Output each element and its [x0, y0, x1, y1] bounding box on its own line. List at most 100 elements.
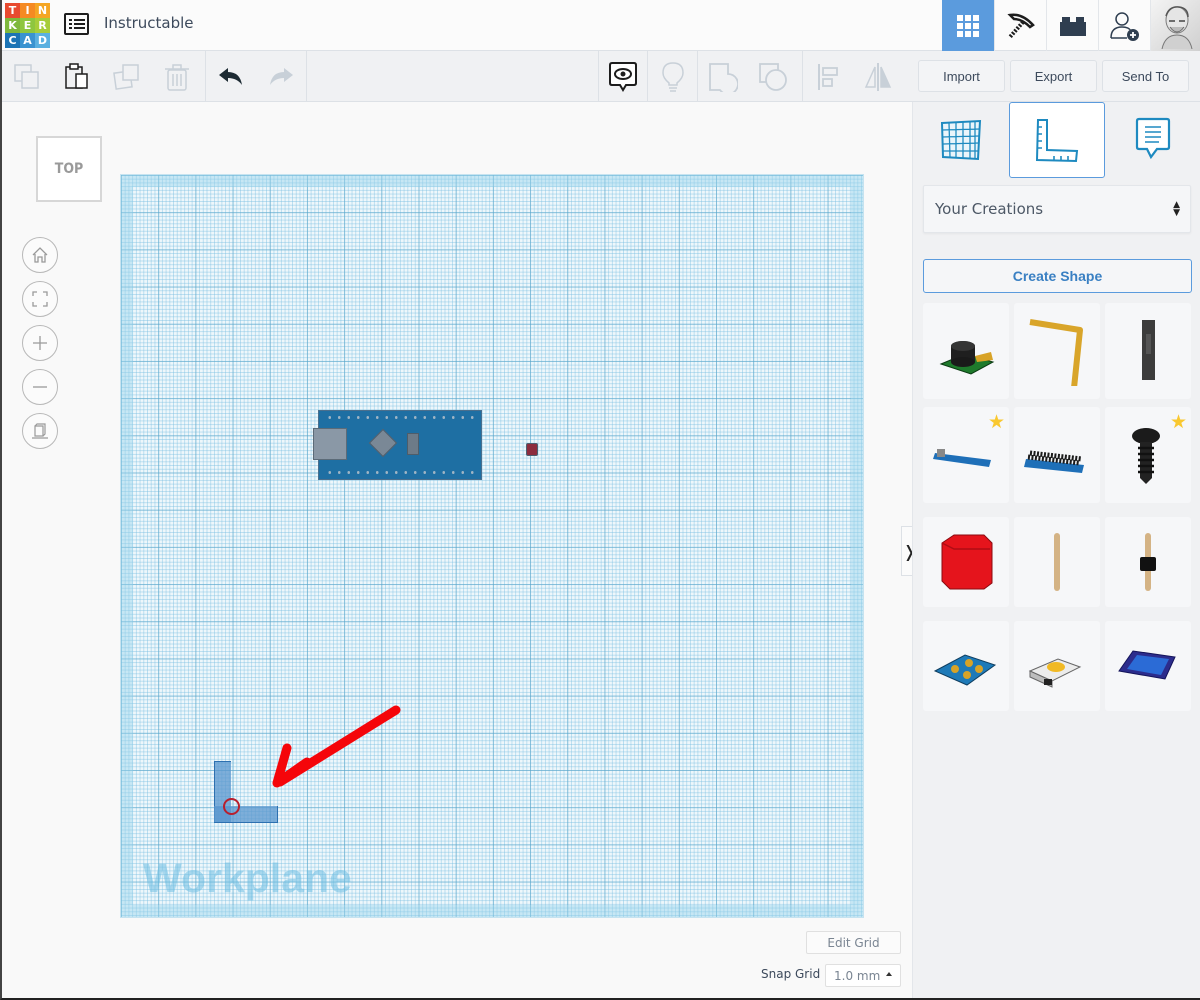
- snap-grid-label: Snap Grid: [761, 967, 821, 981]
- user-avatar[interactable]: [1150, 0, 1200, 51]
- zoom-in-button[interactable]: [22, 325, 58, 361]
- align-tools: [803, 51, 903, 102]
- snap-grid-select[interactable]: 1.0 mm: [825, 964, 901, 987]
- ruler-icon: [1035, 119, 1079, 163]
- edit-grid-button[interactable]: Edit Grid: [806, 931, 901, 954]
- brick-icon: [1059, 16, 1086, 36]
- view-cube[interactable]: TOP: [36, 136, 102, 202]
- shapes-panel: Your Creations ▲ ▼ Create Shape ★ ★: [912, 102, 1200, 998]
- undo-icon: [219, 67, 242, 85]
- redo-button[interactable]: [256, 51, 306, 102]
- eye-note-icon: [609, 61, 637, 92]
- pickaxe-icon: [1006, 12, 1035, 38]
- arduino-nano[interactable]: [313, 410, 482, 480]
- shape-tile-jumper-housing[interactable]: [1105, 303, 1191, 399]
- 3d-design-button[interactable]: [942, 0, 994, 51]
- align-button[interactable]: [803, 51, 853, 102]
- shape-tile-arduino-nano-flat[interactable]: ★: [923, 407, 1009, 503]
- logo-letter: A: [20, 33, 35, 48]
- brick-mode-button[interactable]: [1046, 0, 1098, 51]
- note-icon: [1135, 117, 1171, 160]
- history-tools: [206, 51, 307, 102]
- align-icon: [818, 63, 838, 90]
- copy-button[interactable]: [2, 51, 52, 102]
- shape-tile-pin[interactable]: [1014, 517, 1100, 607]
- undo-button[interactable]: [206, 51, 256, 102]
- perspective-button[interactable]: [22, 413, 58, 449]
- shape-tile-screw[interactable]: ★: [1105, 407, 1191, 503]
- workplane-tab[interactable]: [913, 102, 1009, 178]
- create-shape-button[interactable]: Create Shape: [923, 259, 1192, 293]
- duplicate-icon: [113, 63, 139, 90]
- logo-letter: D: [35, 33, 50, 48]
- shape-tile-arduino-nano-headers[interactable]: [1014, 407, 1100, 503]
- red-cap-icon: [941, 534, 993, 590]
- group-icon: [709, 62, 738, 92]
- usb-connector: [313, 428, 347, 460]
- caret-up-icon: [886, 972, 892, 976]
- ruler-tab[interactable]: [1009, 102, 1105, 178]
- redo-icon: [270, 67, 293, 85]
- logo-letter: N: [35, 3, 50, 18]
- shape-tile-red-cap[interactable]: [923, 517, 1009, 607]
- pin-icon: [1054, 533, 1060, 591]
- fit-all-button[interactable]: [22, 281, 58, 317]
- logo-letter: R: [35, 18, 50, 33]
- send-to-button[interactable]: Send To: [1102, 60, 1189, 92]
- light-button[interactable]: [648, 51, 697, 102]
- logo-letter: I: [20, 3, 35, 18]
- shape-tile-bent-wire[interactable]: [1014, 303, 1100, 399]
- notes-visibility-button[interactable]: [599, 51, 647, 102]
- group-tools: [698, 51, 803, 102]
- button-module-icon: [933, 654, 997, 686]
- copy-icon: [14, 63, 39, 89]
- arduino-nano-flat-icon: [933, 449, 991, 467]
- shape-tile-oled-display[interactable]: [1105, 621, 1191, 711]
- buzzer-module-icon: [939, 341, 995, 375]
- shape-tile-buzzer-module[interactable]: [923, 303, 1009, 399]
- import-button[interactable]: Import: [918, 60, 1005, 92]
- bottom-pin-row: [325, 471, 475, 474]
- group-button[interactable]: [698, 51, 748, 102]
- trash-icon: [165, 63, 189, 91]
- oled-display-icon: [1118, 650, 1176, 680]
- mode-switcher: [942, 0, 1200, 51]
- led[interactable]: [526, 443, 538, 456]
- origin-marker: [223, 798, 240, 815]
- ungroup-button[interactable]: [748, 51, 798, 102]
- paste-button[interactable]: [52, 51, 102, 102]
- duplicate-button[interactable]: [102, 51, 152, 102]
- edit-tools: [2, 51, 206, 102]
- logo-letter: T: [5, 3, 20, 18]
- design-list-icon[interactable]: [64, 13, 89, 35]
- zoom-out-button[interactable]: [22, 369, 58, 405]
- tinkercad-logo[interactable]: TINKERCAD: [5, 3, 50, 48]
- workplane-label: Workplane: [143, 855, 352, 901]
- delete-button[interactable]: [152, 51, 202, 102]
- shape-tile-pin-header[interactable]: [1105, 517, 1191, 607]
- logo-letter: C: [5, 33, 20, 48]
- bent-wire-icon: [1029, 319, 1083, 386]
- favorite-star-icon[interactable]: ★: [1170, 413, 1187, 432]
- design-title[interactable]: Instructable: [104, 14, 194, 32]
- home-view-button[interactable]: [22, 237, 58, 273]
- shape-category-dropdown[interactable]: Your Creations ▲ ▼: [923, 185, 1191, 233]
- notes-tab[interactable]: [1105, 102, 1200, 178]
- notes-tools: [598, 51, 648, 102]
- orthographic-cube-icon: [32, 423, 48, 439]
- grid-icon: [957, 14, 979, 37]
- shape-tile-button-module[interactable]: [923, 621, 1009, 711]
- mirror-icon: [864, 62, 892, 91]
- invite-user-button[interactable]: [1098, 0, 1150, 51]
- favorite-star-icon[interactable]: ★: [988, 413, 1005, 432]
- shape-tile-tactile-switch[interactable]: [1014, 621, 1100, 711]
- export-button[interactable]: Export: [1010, 60, 1097, 92]
- snap-grid-value: 1.0 mm: [834, 968, 881, 983]
- minecraft-mode-button[interactable]: [994, 0, 1046, 51]
- mirror-button[interactable]: [853, 51, 903, 102]
- jumper-housing-icon: [1142, 320, 1155, 380]
- top-header: TINKERCAD Instructable: [2, 0, 1200, 51]
- updown-caret-icon: ▲ ▼: [1173, 200, 1180, 218]
- screw-icon: [1132, 428, 1160, 484]
- lightbulb-icon: [661, 61, 684, 92]
